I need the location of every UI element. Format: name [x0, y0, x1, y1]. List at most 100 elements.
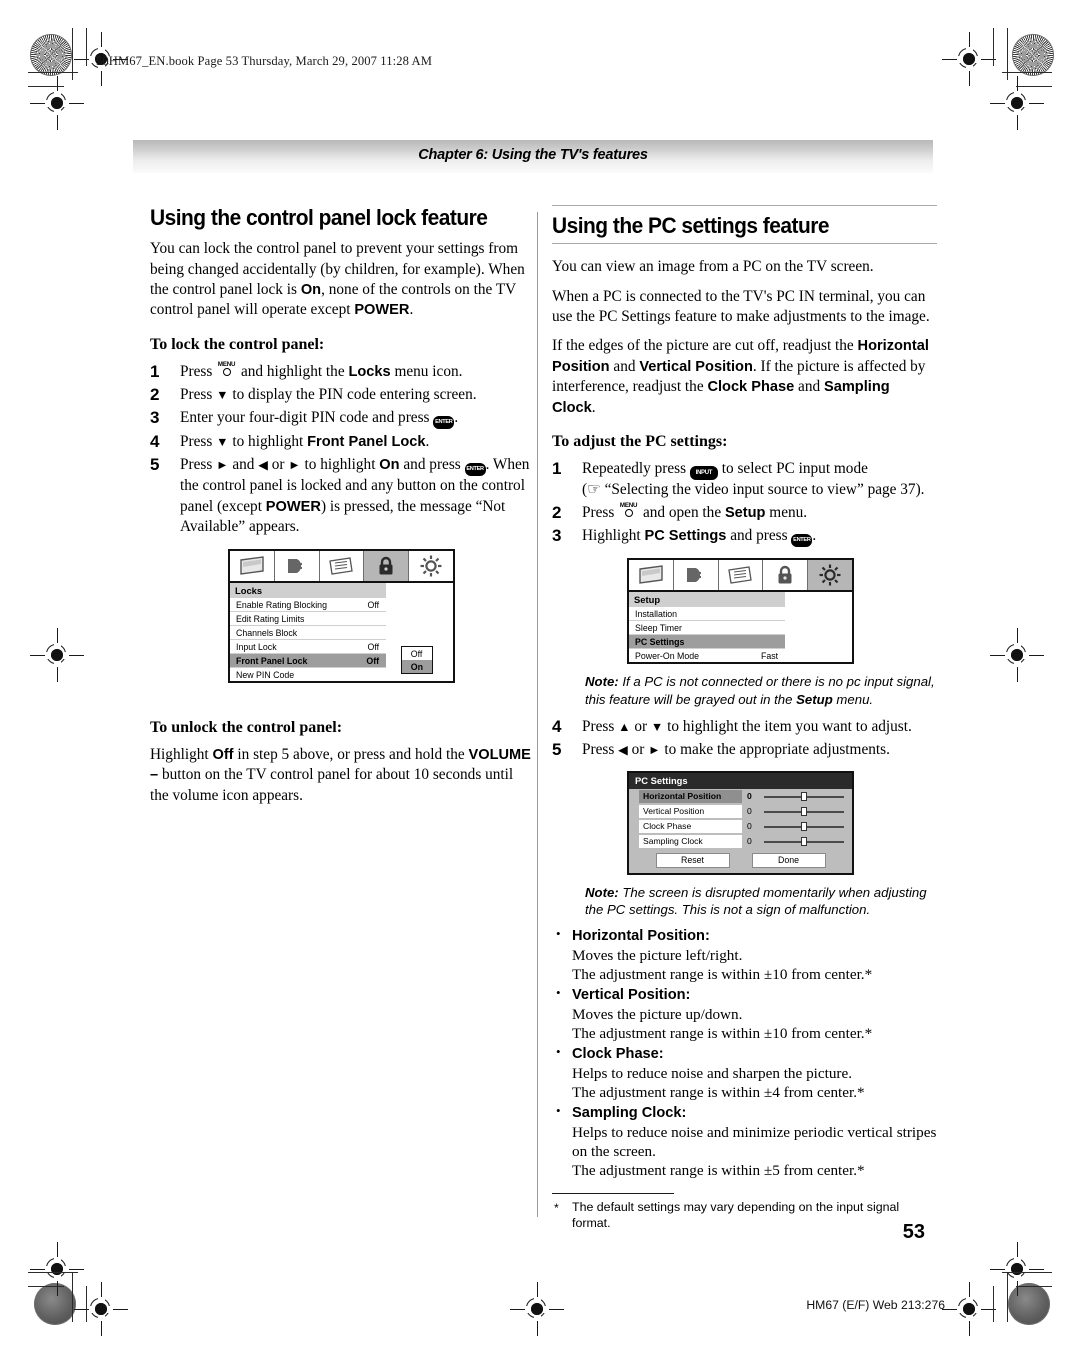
definition-line-2: The adjustment range is within ±10 from …: [572, 1025, 873, 1043]
slider-value: 0: [747, 821, 752, 832]
step-text: to highlight: [300, 456, 380, 474]
slider-value: 0: [747, 791, 752, 802]
slider-vertical-position[interactable]: Vertical Position 0: [629, 804, 852, 819]
note-screen-disrupted: Note: The screen is disrupted momentaril…: [552, 884, 937, 918]
slider-sampling-clock[interactable]: Sampling Clock 0: [629, 834, 852, 849]
step-number: 3: [552, 526, 562, 546]
menu-row-pc-settings[interactable]: PC Settings: [629, 634, 786, 649]
chapter-banner-label: Chapter 6: Using the TV's features: [418, 147, 648, 163]
page-number: 53: [902, 1221, 925, 1243]
step-text: Highlight: [582, 527, 645, 545]
up-arrow-icon: ▲: [618, 719, 631, 734]
menu-row[interactable]: Channels Block: [230, 625, 387, 639]
row-label: Channels Block: [236, 627, 298, 638]
setup-sun-icon: [808, 560, 852, 591]
menu-row-power-on-mode[interactable]: Power-On Mode Fast: [629, 648, 786, 663]
locks-menu-pane: Locks Enable Rating Blocking Off Edit Rat…: [230, 583, 387, 681]
crop-line: [1016, 1286, 1052, 1287]
done-button[interactable]: Done: [751, 852, 826, 868]
definition-head: Clock Phase:: [572, 1045, 664, 1062]
lock-step-3: 3 Enter your four-digit PIN code and pre…: [150, 408, 535, 430]
enter-key-icon: ENTER: [464, 463, 486, 477]
lock-step-4: 4 Press ▼ to highlight Front Panel Lock.: [150, 432, 535, 452]
settings-card-icon: [718, 560, 764, 591]
definition-head: Horizontal Position:: [572, 927, 710, 944]
footnote-rule: [552, 1192, 674, 1195]
step-text: to select PC input mode: [717, 460, 868, 478]
popup-option-on[interactable]: On: [401, 660, 432, 673]
slider-track[interactable]: [764, 806, 844, 817]
step-text: and press: [399, 456, 465, 474]
bold-pc-settings: PC Settings: [644, 528, 727, 545]
menu-key-icon: MENU: [618, 502, 639, 519]
right-arrow-icon: ►: [648, 742, 661, 757]
left-column: Using the control panel lock feature You…: [150, 205, 535, 815]
slider-clock-phase[interactable]: Clock Phase 0: [629, 819, 852, 834]
crop-line: [1007, 1272, 1008, 1322]
book-file-header: 50HM67_EN.book Page 53 Thursday, March 2…: [96, 54, 433, 68]
definition-line-2: The adjustment range is within ±4 from c…: [572, 1084, 865, 1102]
pc-steps-list-2: 4 Press ▲ or ▼ to highlight the item you…: [552, 717, 937, 760]
setup-menu-screenshot: Setup Installation Sleep Timer PC Settin…: [627, 558, 854, 665]
menu-row-sleep-timer[interactable]: Sleep Timer: [629, 620, 786, 635]
step-text: or: [627, 740, 649, 758]
registration-burst-bottom-left: [34, 1283, 76, 1325]
unlock-text-b: in step 5 above, or press and hold the: [233, 746, 469, 763]
footnote-text: The default settings may vary depending …: [572, 1200, 900, 1231]
crop-line: [28, 1286, 64, 1287]
note-label: Note:: [585, 674, 619, 690]
lock-icon: [364, 551, 410, 581]
right-section-heading: Using the PC settings feature: [552, 213, 830, 239]
slider-track[interactable]: [764, 836, 844, 847]
step-text: or: [630, 717, 651, 735]
row-label: Installation: [635, 608, 678, 619]
menu-row[interactable]: Input Lock Off: [230, 639, 387, 653]
bold-clock-phase: Clock Phase: [707, 379, 795, 396]
pc-step-5: 5 Press ◀ or ► to make the appropriate a…: [552, 740, 937, 760]
setup-menu-pane: Setup Installation Sleep Timer PC Settin…: [629, 592, 786, 663]
definition-line-1: Moves the picture left/right.: [572, 946, 743, 964]
step-text: Press: [582, 717, 619, 735]
pc-settings-buttons: Reset Done: [629, 849, 852, 873]
step-number: 2: [552, 503, 562, 523]
slider-label: Sampling Clock: [639, 834, 742, 848]
row-label: Edit Rating Limits: [236, 613, 305, 624]
row-label: Sleep Timer: [635, 622, 682, 633]
crosshair-mark-bottom-right-outer: [942, 1282, 996, 1336]
slider-value: 0: [747, 806, 752, 817]
menu-row[interactable]: Edit Rating Limits: [230, 611, 387, 625]
slider-knob: [801, 821, 807, 831]
reset-button[interactable]: Reset: [655, 852, 730, 868]
menu-row-installation[interactable]: Installation: [629, 606, 786, 621]
crosshair-mark-bottom-center: [510, 1282, 564, 1336]
row-label: Input Lock: [236, 641, 277, 652]
slider-knob: [801, 836, 807, 846]
pc-para-3: If the edges of the picture are cut off,…: [552, 336, 937, 418]
step-bold-on: On: [379, 457, 400, 474]
menu-row-front-panel-lock[interactable]: Front Panel Lock Off: [230, 653, 387, 667]
step-text: .: [425, 433, 430, 451]
crop-line: [1002, 1272, 1052, 1273]
pc-settings-definitions: Horizontal Position: Moves the picture l…: [552, 926, 937, 1181]
manual-page: 50HM67_EN.book Page 53 Thursday, March 2…: [0, 0, 1080, 1349]
step-text: .: [454, 409, 459, 427]
slider-track[interactable]: [764, 821, 844, 832]
crop-line: [86, 1286, 87, 1322]
popup-option-off[interactable]: Off: [401, 647, 432, 660]
intro-text-c: .: [409, 301, 414, 319]
heading-rule-bottom: [552, 243, 937, 245]
crosshair-mark-left-middle: [30, 628, 84, 682]
audio-icon: [673, 560, 719, 591]
crop-line: [86, 28, 87, 66]
step-cross-reference: (☞ “Selecting the video input source to …: [582, 481, 925, 499]
slider-horizontal-position[interactable]: Horizontal Position 0: [629, 789, 852, 804]
pc-steps-list: 1 Repeatedly press INPUT to select PC in…: [552, 459, 937, 548]
slider-track[interactable]: [764, 791, 844, 802]
unlock-paragraph: Highlight Off in step 5 above, or press …: [150, 745, 535, 806]
unlock-subheading: To unlock the control panel:: [150, 719, 343, 736]
menu-row[interactable]: Enable Rating Blocking Off: [230, 597, 387, 611]
definition-line-2: The adjustment range is within ±5 from c…: [572, 1162, 865, 1180]
para3-e: .: [591, 398, 596, 416]
menu-row[interactable]: New PIN Code: [230, 667, 387, 681]
para3-b: and: [609, 357, 640, 375]
